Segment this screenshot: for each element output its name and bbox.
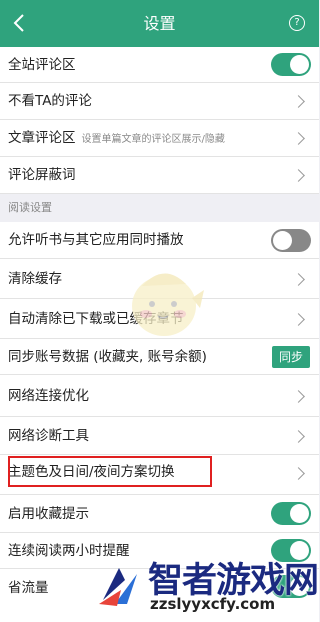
section-title: 阅读设置 [8,201,52,214]
watermark-logo-icon [99,568,137,606]
chevron-right-icon [292,313,305,326]
row-label: 同步账号数据 (收藏夹, 账号余额) [8,349,207,365]
row-label: 启用收藏提示 [8,506,89,522]
mascot-watermark [132,273,204,336]
chevron-right-icon [292,390,305,403]
section-header-reading: 阅读设置 [0,194,319,222]
chevron-right-icon [292,273,305,286]
row-network-diagnostics[interactable]: 网络诊断工具 [0,417,319,455]
row-label: 网络连接优化 [8,388,89,404]
row-description: 设置单篇文章的评论区展示/隐藏 [81,134,225,145]
row-site-comments[interactable]: 全站评论区 [0,47,319,83]
row-label: 清除缓存 [8,271,62,287]
row-label: 全站评论区 [8,57,76,73]
row-label: 省流量 [8,580,49,596]
row-block-user-comments[interactable]: 不看TA的评论 [0,83,319,120]
row-article-comments[interactable]: 文章评论区 设置单篇文章的评论区展示/隐藏 [0,120,319,157]
site-comments-toggle[interactable] [271,53,311,76]
chevron-right-icon [292,467,305,480]
row-favorite-reminder[interactable]: 启用收藏提示 [0,495,319,533]
watermark-url: zzslyyxcfy.com [150,595,276,613]
row-label: 允许听书与其它应用同时播放 [8,232,184,248]
sync-button[interactable]: 同步 [272,346,310,368]
toggle-knob [273,231,292,250]
title-bar: 设置 ? [0,0,319,47]
highlight-box [8,456,212,487]
row-label: 文章评论区 设置单篇文章的评论区展示/隐藏 [8,120,225,158]
row-label: 不看TA的评论 [8,93,92,109]
toggle-knob [290,55,309,74]
row-label: 网络诊断工具 [8,428,89,444]
background-play-toggle[interactable] [271,229,311,252]
row-network-optimization[interactable]: 网络连接优化 [0,375,319,417]
help-icon[interactable]: ? [289,15,305,31]
chevron-right-icon [292,132,305,145]
row-allow-background-play[interactable]: 允许听书与其它应用同时播放 [0,222,319,259]
page-title: 设置 [143,14,176,33]
row-sync-account: 同步账号数据 (收藏夹, 账号余额) 同步 [0,339,319,375]
row-label-text: 文章评论区 [8,130,76,146]
chevron-right-icon [292,430,305,443]
toggle-knob [290,504,309,523]
favorite-reminder-toggle[interactable] [271,502,311,525]
chevron-right-icon [292,95,305,108]
row-comment-block-words[interactable]: 评论屏蔽词 [0,157,319,194]
row-label: 评论屏蔽词 [8,167,76,183]
chevron-right-icon [292,169,305,182]
